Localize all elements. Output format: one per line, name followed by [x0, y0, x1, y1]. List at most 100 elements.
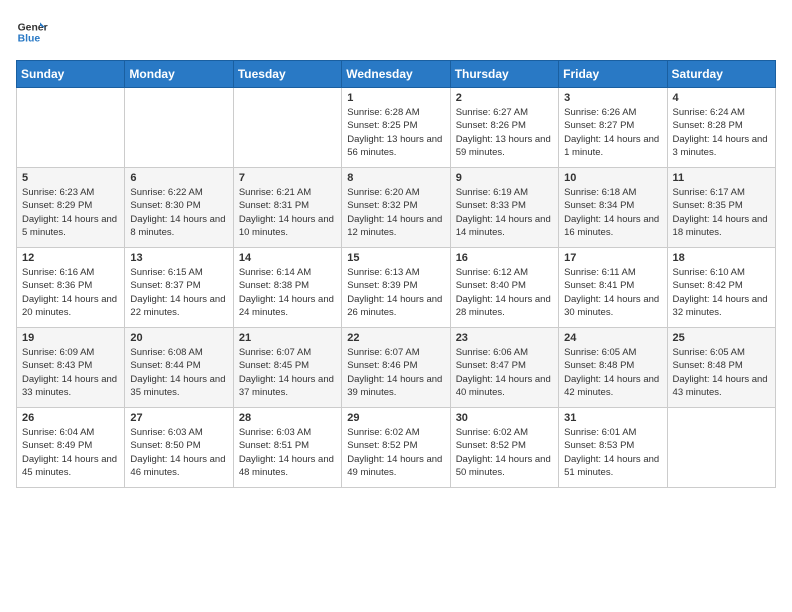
calendar-cell: 11 Sunrise: 6:17 AM Sunset: 8:35 PM Dayli… [667, 168, 775, 248]
calendar-cell: 28 Sunrise: 6:03 AM Sunset: 8:51 PM Dayli… [233, 408, 341, 488]
day-number: 9 [456, 172, 553, 184]
calendar-cell: 17 Sunrise: 6:11 AM Sunset: 8:41 PM Dayli… [559, 248, 667, 328]
weekday-header-wednesday: Wednesday [342, 61, 450, 88]
calendar-cell: 7 Sunrise: 6:21 AM Sunset: 8:31 PM Daylig… [233, 168, 341, 248]
week-row-3: 12 Sunrise: 6:16 AM Sunset: 8:36 PM Dayli… [17, 248, 776, 328]
day-info: Sunrise: 6:16 AM Sunset: 8:36 PM Dayligh… [22, 266, 119, 319]
day-info: Sunrise: 6:26 AM Sunset: 8:27 PM Dayligh… [564, 106, 661, 159]
svg-text:General: General [18, 22, 48, 33]
day-info: Sunrise: 6:28 AM Sunset: 8:25 PM Dayligh… [347, 106, 444, 159]
day-info: Sunrise: 6:03 AM Sunset: 8:51 PM Dayligh… [239, 426, 336, 479]
day-info: Sunrise: 6:20 AM Sunset: 8:32 PM Dayligh… [347, 186, 444, 239]
day-info: Sunrise: 6:06 AM Sunset: 8:47 PM Dayligh… [456, 346, 553, 399]
calendar-cell: 21 Sunrise: 6:07 AM Sunset: 8:45 PM Dayli… [233, 328, 341, 408]
calendar-cell: 23 Sunrise: 6:06 AM Sunset: 8:47 PM Dayli… [450, 328, 558, 408]
weekday-header-friday: Friday [559, 61, 667, 88]
calendar-cell: 19 Sunrise: 6:09 AM Sunset: 8:43 PM Dayli… [17, 328, 125, 408]
day-number: 29 [347, 412, 444, 424]
day-info: Sunrise: 6:02 AM Sunset: 8:52 PM Dayligh… [456, 426, 553, 479]
day-number: 8 [347, 172, 444, 184]
day-number: 5 [22, 172, 119, 184]
calendar-cell [17, 88, 125, 168]
calendar-cell: 13 Sunrise: 6:15 AM Sunset: 8:37 PM Dayli… [125, 248, 233, 328]
day-info: Sunrise: 6:05 AM Sunset: 8:48 PM Dayligh… [673, 346, 770, 399]
calendar-cell: 12 Sunrise: 6:16 AM Sunset: 8:36 PM Dayli… [17, 248, 125, 328]
page-header: General Blue [16, 16, 776, 48]
logo-icon: General Blue [16, 16, 48, 48]
day-number: 25 [673, 332, 770, 344]
day-info: Sunrise: 6:01 AM Sunset: 8:53 PM Dayligh… [564, 426, 661, 479]
calendar-cell: 4 Sunrise: 6:24 AM Sunset: 8:28 PM Daylig… [667, 88, 775, 168]
calendar-cell: 5Sunrise: 6:23 AM Sunset: 8:29 PM Daylig… [17, 168, 125, 248]
calendar-table: SundayMondayTuesdayWednesdayThursdayFrid… [16, 60, 776, 488]
calendar-cell: 18Sunrise: 6:10 AM Sunset: 8:42 PM Dayli… [667, 248, 775, 328]
day-number: 12 [22, 252, 119, 264]
day-number: 3 [564, 92, 661, 104]
day-info: Sunrise: 6:17 AM Sunset: 8:35 PM Dayligh… [673, 186, 770, 239]
week-row-1: 1Sunrise: 6:28 AM Sunset: 8:25 PM Daylig… [17, 88, 776, 168]
day-info: Sunrise: 6:27 AM Sunset: 8:26 PM Dayligh… [456, 106, 553, 159]
day-number: 10 [564, 172, 661, 184]
day-number: 23 [456, 332, 553, 344]
day-info: Sunrise: 6:11 AM Sunset: 8:41 PM Dayligh… [564, 266, 661, 319]
day-number: 16 [456, 252, 553, 264]
calendar-cell: 1Sunrise: 6:28 AM Sunset: 8:25 PM Daylig… [342, 88, 450, 168]
weekday-header-tuesday: Tuesday [233, 61, 341, 88]
svg-text:Blue: Blue [18, 34, 41, 45]
calendar-cell: 9 Sunrise: 6:19 AM Sunset: 8:33 PM Daylig… [450, 168, 558, 248]
day-number: 21 [239, 332, 336, 344]
weekday-header-thursday: Thursday [450, 61, 558, 88]
day-number: 24 [564, 332, 661, 344]
day-info: Sunrise: 6:09 AM Sunset: 8:43 PM Dayligh… [22, 346, 119, 399]
day-info: Sunrise: 6:21 AM Sunset: 8:31 PM Dayligh… [239, 186, 336, 239]
calendar-cell: 3 Sunrise: 6:26 AM Sunset: 8:27 PM Daylig… [559, 88, 667, 168]
day-number: 17 [564, 252, 661, 264]
calendar-cell: 26 Sunrise: 6:04 AM Sunset: 8:49 PM Dayli… [17, 408, 125, 488]
weekday-header-monday: Monday [125, 61, 233, 88]
day-info: Sunrise: 6:22 AM Sunset: 8:30 PM Dayligh… [130, 186, 227, 239]
day-info: Sunrise: 6:13 AM Sunset: 8:39 PM Dayligh… [347, 266, 444, 319]
day-number: 13 [130, 252, 227, 264]
day-number: 15 [347, 252, 444, 264]
calendar-cell: 8 Sunrise: 6:20 AM Sunset: 8:32 PM Daylig… [342, 168, 450, 248]
week-row-2: 5Sunrise: 6:23 AM Sunset: 8:29 PM Daylig… [17, 168, 776, 248]
calendar-cell [125, 88, 233, 168]
day-number: 2 [456, 92, 553, 104]
calendar-cell: 10Sunrise: 6:18 AM Sunset: 8:34 PM Dayli… [559, 168, 667, 248]
day-number: 6 [130, 172, 227, 184]
day-info: Sunrise: 6:15 AM Sunset: 8:37 PM Dayligh… [130, 266, 227, 319]
day-info: Sunrise: 6:04 AM Sunset: 8:49 PM Dayligh… [22, 426, 119, 479]
calendar-cell: 31 Sunrise: 6:01 AM Sunset: 8:53 PM Dayli… [559, 408, 667, 488]
calendar-cell: 24 Sunrise: 6:05 AM Sunset: 8:48 PM Dayli… [559, 328, 667, 408]
day-number: 11 [673, 172, 770, 184]
calendar-cell [667, 408, 775, 488]
day-info: Sunrise: 6:07 AM Sunset: 8:45 PM Dayligh… [239, 346, 336, 399]
day-number: 28 [239, 412, 336, 424]
day-number: 14 [239, 252, 336, 264]
day-number: 30 [456, 412, 553, 424]
calendar-cell: 25 Sunrise: 6:05 AM Sunset: 8:48 PM Dayli… [667, 328, 775, 408]
day-number: 31 [564, 412, 661, 424]
day-number: 18 [673, 252, 770, 264]
day-number: 4 [673, 92, 770, 104]
day-number: 22 [347, 332, 444, 344]
calendar-cell: 15 Sunrise: 6:13 AM Sunset: 8:39 PM Dayli… [342, 248, 450, 328]
day-number: 20 [130, 332, 227, 344]
day-info: Sunrise: 6:19 AM Sunset: 8:33 PM Dayligh… [456, 186, 553, 239]
weekday-header-sunday: Sunday [17, 61, 125, 88]
calendar-cell: 29Sunrise: 6:02 AM Sunset: 8:52 PM Dayli… [342, 408, 450, 488]
day-number: 7 [239, 172, 336, 184]
day-number: 26 [22, 412, 119, 424]
week-row-4: 19 Sunrise: 6:09 AM Sunset: 8:43 PM Dayli… [17, 328, 776, 408]
day-info: Sunrise: 6:24 AM Sunset: 8:28 PM Dayligh… [673, 106, 770, 159]
logo: General Blue [16, 16, 48, 48]
day-info: Sunrise: 6:05 AM Sunset: 8:48 PM Dayligh… [564, 346, 661, 399]
day-info: Sunrise: 6:03 AM Sunset: 8:50 PM Dayligh… [130, 426, 227, 479]
calendar-cell [233, 88, 341, 168]
calendar-cell: 27Sunrise: 6:03 AM Sunset: 8:50 PM Dayli… [125, 408, 233, 488]
calendar-cell: 22Sunrise: 6:07 AM Sunset: 8:46 PM Dayli… [342, 328, 450, 408]
day-number: 19 [22, 332, 119, 344]
day-info: Sunrise: 6:12 AM Sunset: 8:40 PM Dayligh… [456, 266, 553, 319]
day-info: Sunrise: 6:14 AM Sunset: 8:38 PM Dayligh… [239, 266, 336, 319]
calendar-cell: 6 Sunrise: 6:22 AM Sunset: 8:30 PM Daylig… [125, 168, 233, 248]
